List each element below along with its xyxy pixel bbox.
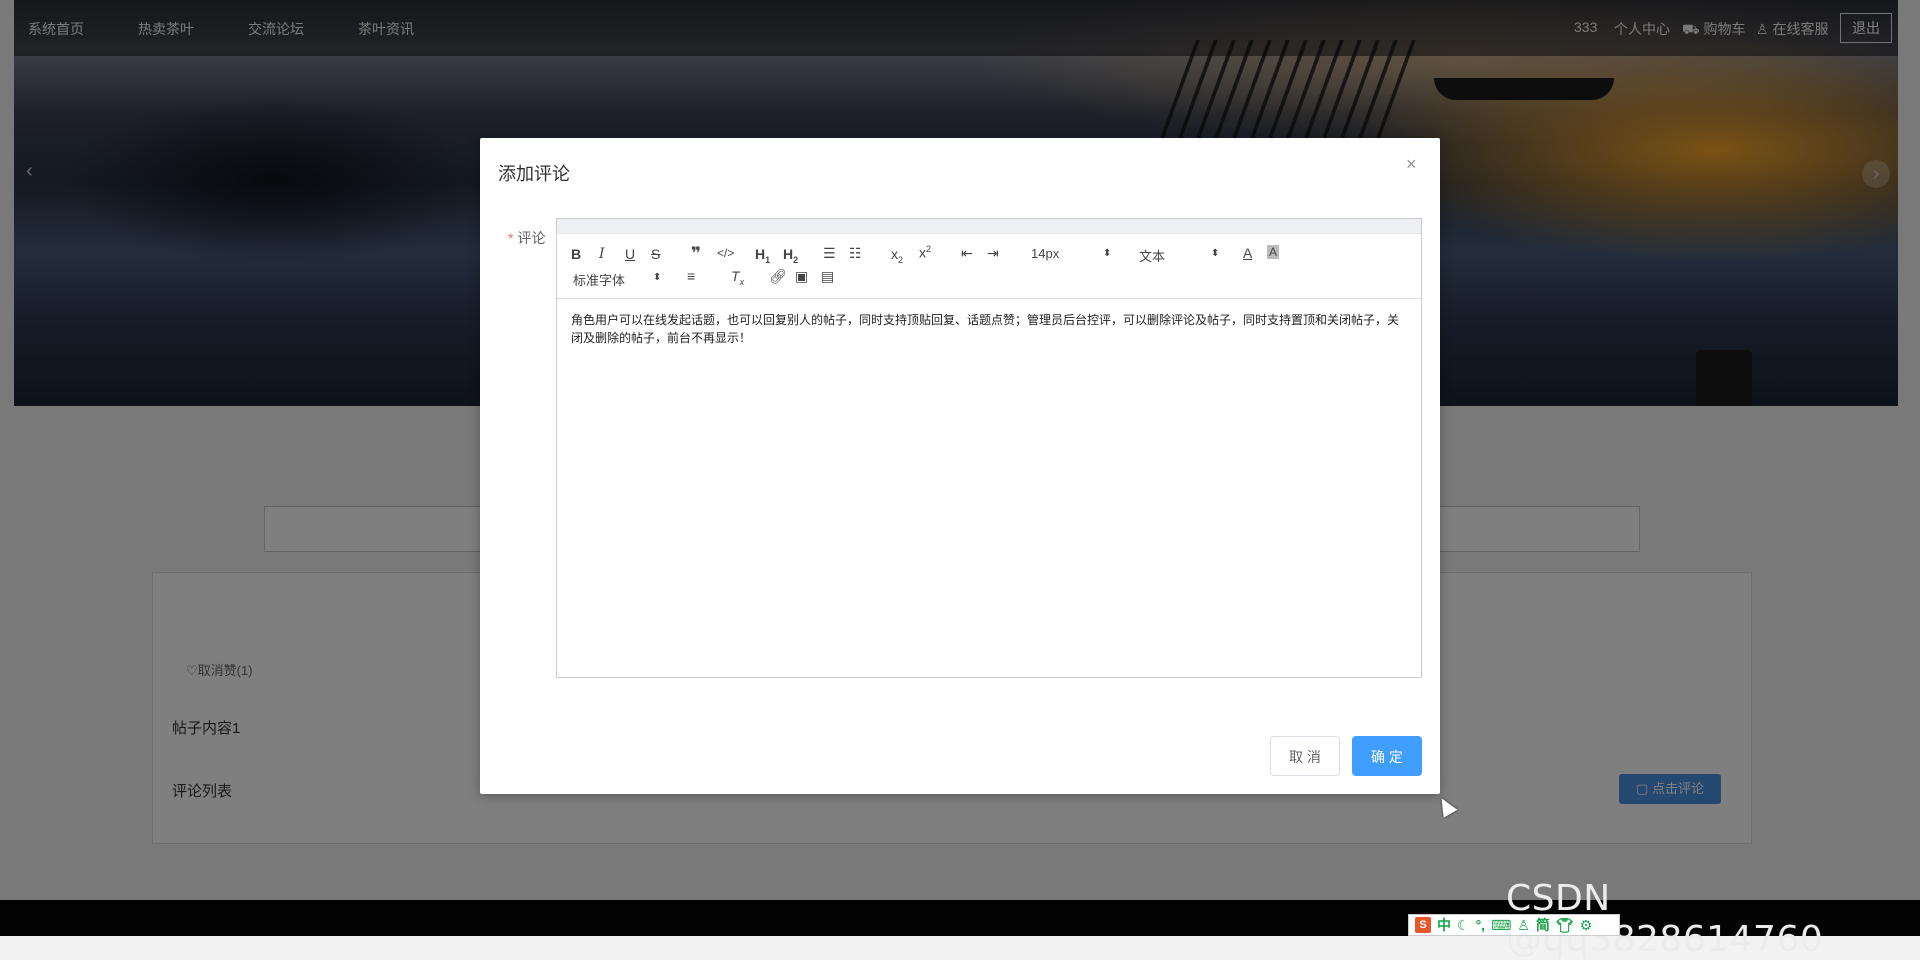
blockquote-icon[interactable]: ❞ xyxy=(691,244,701,264)
outdent-icon[interactable]: ⇤ xyxy=(961,245,973,262)
background-color-icon[interactable]: A xyxy=(1267,245,1280,259)
bold-icon[interactable]: B xyxy=(571,246,581,262)
add-comment-dialog: 添加评论 × * 评论 B I U S ❞ </> H1 H2 ☰ ☷ x2 x2… xyxy=(480,138,1440,794)
select-arrow-icon: ⬍ xyxy=(1103,248,1112,259)
comment-field-label: * 评论 xyxy=(508,228,545,248)
confirm-button[interactable]: 确 定 xyxy=(1352,736,1422,776)
close-icon[interactable]: × xyxy=(1406,154,1417,175)
editor-header xyxy=(557,219,1421,234)
font-size-value: 14px xyxy=(1031,246,1060,261)
font-size-select[interactable]: 14px ⬍ xyxy=(1031,246,1113,261)
dialog-title: 添加评论 xyxy=(498,164,570,184)
rich-text-editor: B I U S ❞ </> H1 H2 ☰ ☷ x2 x2 ⇤ ⇥ 14px ⬍… xyxy=(556,218,1422,678)
font-family-select[interactable]: 标准字体 ⬍ xyxy=(573,270,665,289)
user-icon[interactable]: ♙ xyxy=(1517,917,1530,934)
ime-toolbar[interactable]: S 中 ☾ °, ⌨ ♙ 简 👕︎ ⚙ xyxy=(1408,914,1620,936)
video-icon[interactable]: ▤ xyxy=(821,268,834,285)
superscript-icon[interactable]: x2 xyxy=(919,244,931,261)
italic-icon[interactable]: I xyxy=(599,246,605,262)
font-family-value: 标准字体 xyxy=(573,273,626,288)
keyboard-icon[interactable]: ⌨ xyxy=(1491,917,1511,934)
select-arrow-icon: ⬍ xyxy=(1211,248,1220,259)
gear-icon[interactable]: ⚙ xyxy=(1580,917,1593,934)
required-mark: * xyxy=(508,230,514,246)
heading-2-icon[interactable]: H2 xyxy=(783,246,798,265)
header-select[interactable]: 文本 ⬍ xyxy=(1139,246,1221,265)
editor-content[interactable]: 角色用户可以在线发起话题，也可以回复别人的帖子，同时支持顶贴回复、话题点赞；管理… xyxy=(557,299,1421,359)
subscript-icon[interactable]: x2 xyxy=(891,246,903,265)
strikethrough-icon[interactable]: S xyxy=(651,246,660,262)
image-icon[interactable]: ▣ xyxy=(795,268,808,285)
align-icon[interactable]: ≡ xyxy=(687,268,695,284)
ordered-list-icon[interactable]: ☰ xyxy=(823,245,836,262)
skin-icon[interactable]: 👕︎ xyxy=(1556,917,1574,934)
heading-1-icon[interactable]: H1 xyxy=(755,246,770,265)
underline-icon[interactable]: U xyxy=(625,246,635,262)
code-block-icon[interactable]: </> xyxy=(717,246,734,260)
font-color-icon[interactable]: A xyxy=(1243,245,1252,261)
select-arrow-icon: ⬍ xyxy=(653,272,662,283)
clear-format-icon[interactable]: Tx xyxy=(731,268,744,287)
editor-toolbar: B I U S ❞ </> H1 H2 ☰ ☷ x2 x2 ⇤ ⇥ 14px ⬍… xyxy=(557,234,1421,299)
header-select-value: 文本 xyxy=(1139,249,1166,264)
link-icon[interactable]: 🔗︎ xyxy=(769,268,787,285)
indent-icon[interactable]: ⇥ xyxy=(987,245,999,262)
bullet-list-icon[interactable]: ☷ xyxy=(849,245,862,262)
ime-simplified[interactable]: 简 xyxy=(1536,915,1550,935)
ime-logo-icon: S xyxy=(1415,917,1431,933)
punctuation-icon[interactable]: °, xyxy=(1476,917,1486,933)
cancel-button[interactable]: 取 消 xyxy=(1270,736,1340,776)
moon-icon[interactable]: ☾ xyxy=(1457,917,1470,934)
comment-label-text: 评论 xyxy=(517,230,546,246)
ime-mode[interactable]: 中 xyxy=(1437,915,1451,935)
